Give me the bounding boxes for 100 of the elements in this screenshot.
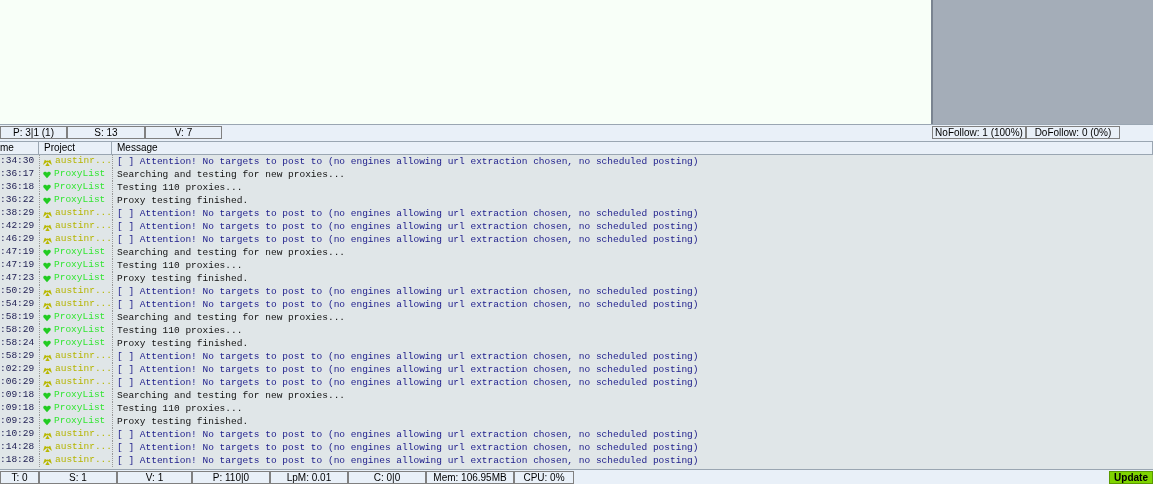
status-cell: V: 7 — [145, 125, 222, 139]
time-cell-text: :36:18 — [0, 180, 36, 195]
radiation-icon — [43, 300, 52, 309]
time-cell-text: :18:28 — [0, 453, 36, 468]
project-cell: ProxyList — [54, 323, 106, 338]
status-cell: C: 0|0 — [348, 470, 426, 484]
time-cell-text: :06:29 — [0, 375, 36, 390]
message-cell: [ ] Attention! No targets to post to (no engines allowing url extraction chosen, no scheduled posting) — [112, 285, 699, 298]
project-cell: austinr... — [55, 297, 112, 312]
project-cell: ProxyList — [54, 271, 106, 286]
time-cell-text: :14:28 — [0, 440, 36, 455]
project-cell: ProxyList — [54, 310, 106, 325]
radiation-icon — [43, 456, 52, 465]
radiation-icon — [43, 222, 52, 231]
message-cell: [ ] Attention! No targets to post to (no engines allowing url extraction chosen, no scheduled posting) — [112, 207, 699, 220]
project-cell: ProxyList — [54, 336, 106, 351]
column-header[interactable]: me — [0, 142, 39, 154]
status-cell: S: 13 — [67, 125, 145, 139]
time-cell-text: :09:18 — [0, 388, 36, 403]
time-cell-text: :36:22 — [0, 193, 36, 208]
project-cell: austinr... — [55, 232, 112, 247]
status-cell: P: 3|1 (1) — [0, 125, 67, 139]
message-cell: [ ] Attention! No targets to post to (no engines allowing url extraction chosen, no scheduled posting) — [112, 428, 699, 441]
time-cell-text: :38:29 — [0, 206, 36, 221]
message-cell: Testing 110 proxies... — [112, 181, 243, 194]
time-cell-text: :34:30 — [0, 155, 36, 169]
project-cell: austinr... — [55, 219, 112, 234]
column-header[interactable]: Message — [112, 142, 1153, 154]
project-cell: austinr... — [55, 375, 112, 390]
status-cell: CPU: 0% — [514, 470, 574, 484]
time-cell-text: :47:19 — [0, 245, 36, 260]
status-cell: S: 1 — [39, 470, 117, 484]
time-cell-text: :58:20 — [0, 323, 36, 338]
message-cell: [ ] Attention! No targets to post to (no engines allowing url extraction chosen, no scheduled posting) — [112, 298, 699, 311]
message-cell: [ ] Attention! No targets to post to (no engines allowing url extraction chosen, no scheduled posting) — [112, 233, 699, 246]
message-cell: [ ] Attention! No targets to post to (no engines allowing url extraction chosen, no scheduled posting) — [112, 454, 699, 467]
message-cell: [ ] Attention! No targets to post to (no engines allowing url extraction chosen, no scheduled posting) — [112, 220, 699, 233]
project-cell: austinr... — [55, 427, 112, 442]
radiation-icon — [43, 365, 52, 374]
time-cell-text: :46:29 — [0, 232, 36, 247]
message-cell: Searching and testing for new proxies... — [112, 246, 346, 259]
time-cell-text: :47:19 — [0, 258, 36, 273]
time-cell-text: :10:29 — [0, 427, 36, 442]
message-cell: [ ] Attention! No targets to post to (no engines allowing url extraction chosen, no scheduled posting) — [112, 376, 699, 389]
project-cell: ProxyList — [54, 414, 106, 429]
message-cell: Testing 110 proxies... — [112, 259, 243, 272]
message-cell: [ ] Attention! No targets to post to (no engines allowing url extraction chosen, no scheduled posting) — [112, 155, 699, 168]
time-cell-text: :58:19 — [0, 310, 36, 325]
project-cell: ProxyList — [54, 401, 106, 416]
message-cell: Searching and testing for new proxies... — [112, 168, 346, 181]
time-cell-text: :09:18 — [0, 401, 36, 416]
time-cell-text: :47:23 — [0, 271, 36, 286]
radiation-icon — [43, 235, 52, 244]
radiation-icon — [43, 287, 52, 296]
status-cell: P: 110|0 — [192, 470, 270, 484]
status-cell: NoFollow: 1 (100%) — [932, 125, 1026, 139]
message-cell: Testing 110 proxies... — [112, 402, 243, 415]
time-cell-text: :42:29 — [0, 219, 36, 234]
project-cell: ProxyList — [54, 388, 106, 403]
message-cell: [ ] Attention! No targets to post to (no engines allowing url extraction chosen, no scheduled posting) — [112, 363, 699, 376]
message-cell: [ ] Attention! No targets to post to (no engines allowing url extraction chosen, no scheduled posting) — [112, 350, 699, 363]
project-cell: austinr... — [55, 349, 112, 364]
message-cell: Proxy testing finished. — [112, 272, 249, 285]
status-cell: V: 1 — [117, 470, 192, 484]
message-cell: Testing 110 proxies... — [112, 324, 243, 337]
time-cell-text: :02:29 — [0, 362, 36, 377]
radiation-icon — [43, 443, 52, 452]
project-cell: austinr... — [55, 284, 112, 299]
time-cell-text: :58:29 — [0, 349, 36, 364]
update-button[interactable]: Update — [1109, 470, 1153, 484]
message-cell: Searching and testing for new proxies... — [112, 311, 346, 324]
project-cell: austinr... — [55, 155, 112, 169]
status-cell: DoFollow: 0 (0%) — [1026, 125, 1120, 139]
project-cell: austinr... — [55, 206, 112, 221]
time-cell-text: :50:29 — [0, 284, 36, 299]
radiation-icon — [43, 378, 52, 387]
time-cell-text: :54:29 — [0, 297, 36, 312]
radiation-icon — [43, 209, 52, 218]
message-cell: Searching and testing for new proxies... — [112, 389, 346, 402]
project-cell: austinr... — [55, 453, 112, 468]
radiation-icon — [43, 157, 52, 166]
project-cell: ProxyList — [54, 193, 106, 208]
message-cell: [ ] Attention! No targets to post to (no engines allowing url extraction chosen, no scheduled posting) — [112, 441, 699, 454]
message-cell: Proxy testing finished. — [112, 194, 249, 207]
status-cell: T: 0 — [0, 470, 39, 484]
project-cell: ProxyList — [54, 180, 106, 195]
time-cell-text: :58:24 — [0, 336, 36, 351]
radiation-icon — [43, 352, 52, 361]
radiation-icon — [43, 430, 52, 439]
project-cell: austinr... — [55, 362, 112, 377]
time-cell-text: :36:17 — [0, 167, 36, 182]
status-cell: Mem: 106.95MB — [426, 470, 514, 484]
message-cell: Proxy testing finished. — [112, 415, 249, 428]
status-cell: LpM: 0.01 — [270, 470, 348, 484]
project-cell: ProxyList — [54, 167, 106, 182]
time-cell-text: :09:23 — [0, 414, 36, 429]
project-cell: ProxyList — [54, 258, 106, 273]
column-header[interactable]: Project — [39, 142, 112, 154]
project-cell: austinr... — [55, 440, 112, 455]
message-cell: Proxy testing finished. — [112, 337, 249, 350]
